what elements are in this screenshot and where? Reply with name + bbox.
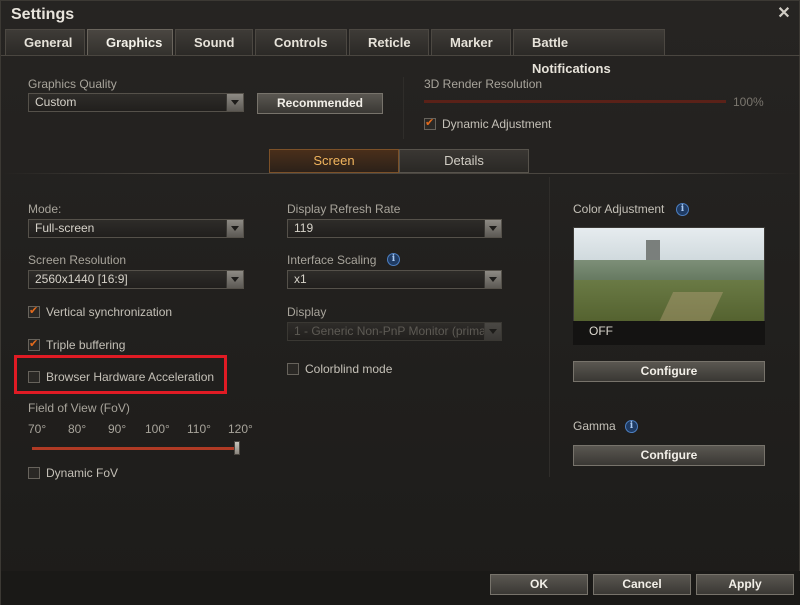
info-icon[interactable]: i xyxy=(676,203,689,216)
refresh-rate-label: Display Refresh Rate xyxy=(287,202,401,216)
screen-resolution-select[interactable]: 2560x1440 [16:9] xyxy=(28,270,244,289)
section-divider xyxy=(403,77,404,139)
gamma-configure-button[interactable]: Configure xyxy=(573,445,765,466)
display-value: 1 - Generic Non-PnP Monitor (prima xyxy=(294,324,486,338)
checkbox-check-icon xyxy=(28,337,40,351)
interface-scaling-select[interactable]: x1 xyxy=(287,270,502,289)
color-preview-label: OFF xyxy=(589,324,613,338)
ok-button[interactable]: OK xyxy=(490,574,588,595)
triple-buffering-checkbox[interactable]: Triple buffering xyxy=(28,337,126,352)
render-slider-track[interactable] xyxy=(424,100,726,103)
close-icon[interactable]: ✕ xyxy=(775,5,793,23)
settings-window: Settings ✕ General Graphics Sound Contro… xyxy=(0,0,800,605)
chevron-down-icon xyxy=(484,323,501,340)
tab-reticle[interactable]: Reticle xyxy=(349,29,429,55)
dynamic-adjustment-label: Dynamic Adjustment xyxy=(442,117,552,131)
interface-scaling-label: Interface Scaling xyxy=(287,253,377,267)
dynamic-fov-label: Dynamic FoV xyxy=(46,466,119,480)
chevron-down-icon xyxy=(484,271,501,288)
fov-tick-80: 80° xyxy=(68,422,87,436)
tab-battle-notifications[interactable]: Battle Notifications xyxy=(513,29,665,76)
highlight-box xyxy=(14,355,227,394)
interface-scaling-value: x1 xyxy=(294,272,307,286)
subtabs: Screen Details xyxy=(269,149,529,173)
checkbox-check-icon xyxy=(424,116,436,130)
gamma-label: Gamma xyxy=(573,419,616,433)
colorblind-label: Colorblind mode xyxy=(305,362,393,376)
subtab-details[interactable]: Details xyxy=(399,149,529,173)
column-divider xyxy=(549,177,550,477)
fov-slider-fill xyxy=(32,447,239,450)
recommended-button[interactable]: Recommended xyxy=(257,93,383,114)
subtab-screen[interactable]: Screen xyxy=(269,149,399,173)
mode-select[interactable]: Full-screen xyxy=(28,219,244,238)
dynamic-adjustment-checkbox[interactable]: Dynamic Adjustment xyxy=(424,116,552,131)
tab-divider xyxy=(1,55,800,56)
refresh-rate-value: 119 xyxy=(294,221,314,235)
color-adjustment-label: Color Adjustment xyxy=(573,202,665,216)
window-title: Settings xyxy=(11,6,75,23)
checkbox-empty-icon xyxy=(28,467,40,479)
color-configure-button[interactable]: Configure xyxy=(573,361,765,382)
colorblind-checkbox[interactable]: Colorblind mode xyxy=(287,362,392,376)
chevron-down-icon xyxy=(226,94,243,111)
dynamic-fov-checkbox[interactable]: Dynamic FoV xyxy=(28,466,118,480)
fov-tick-100: 100° xyxy=(145,422,170,436)
info-icon[interactable]: i xyxy=(625,420,638,433)
checkbox-empty-icon xyxy=(287,363,299,375)
display-select: 1 - Generic Non-PnP Monitor (prima xyxy=(287,322,502,341)
title-bar: Settings ✕ xyxy=(1,1,800,29)
screen-resolution-value: 2560x1440 [16:9] xyxy=(35,272,128,286)
screen-resolution-label: Screen Resolution xyxy=(28,253,127,267)
tab-controls[interactable]: Controls xyxy=(255,29,347,55)
tab-general[interactable]: General xyxy=(5,29,85,55)
refresh-rate-select[interactable]: 119 xyxy=(287,219,502,238)
fov-label: Field of View (FoV) xyxy=(28,401,130,415)
tab-graphics[interactable]: Graphics xyxy=(87,29,173,55)
checkbox-check-icon xyxy=(28,304,40,318)
fov-slider-thumb[interactable] xyxy=(234,441,240,455)
vsync-checkbox[interactable]: Vertical synchronization xyxy=(28,304,173,319)
subtab-divider xyxy=(1,173,800,174)
chevron-down-icon xyxy=(484,220,501,237)
graphics-quality-label: Graphics Quality xyxy=(28,77,117,91)
mode-label: Mode: xyxy=(28,202,62,216)
chevron-down-icon xyxy=(226,220,243,237)
chevron-down-icon xyxy=(226,271,243,288)
mode-value: Full-screen xyxy=(35,221,95,235)
display-label: Display xyxy=(287,305,327,319)
info-icon[interactable]: i xyxy=(387,253,400,266)
fov-tick-70: 70° xyxy=(28,422,47,436)
triple-buffering-label: Triple buffering xyxy=(46,338,126,352)
fov-tick-110: 110° xyxy=(187,422,211,436)
fov-tick-90: 90° xyxy=(108,422,127,436)
render-resolution-label: 3D Render Resolution xyxy=(424,77,543,91)
tab-marker[interactable]: Marker xyxy=(431,29,511,55)
tab-sound[interactable]: Sound xyxy=(175,29,253,55)
cancel-button[interactable]: Cancel xyxy=(593,574,691,595)
vsync-label: Vertical synchronization xyxy=(46,305,173,319)
graphics-quality-select[interactable]: Custom xyxy=(28,93,244,112)
fov-tick-120: 120° xyxy=(228,422,253,436)
graphics-quality-value: Custom xyxy=(35,95,77,109)
render-resolution-value: 100% xyxy=(733,95,764,109)
apply-button[interactable]: Apply xyxy=(696,574,794,595)
main-tabs: General Graphics Sound Controls Reticle … xyxy=(5,29,667,76)
